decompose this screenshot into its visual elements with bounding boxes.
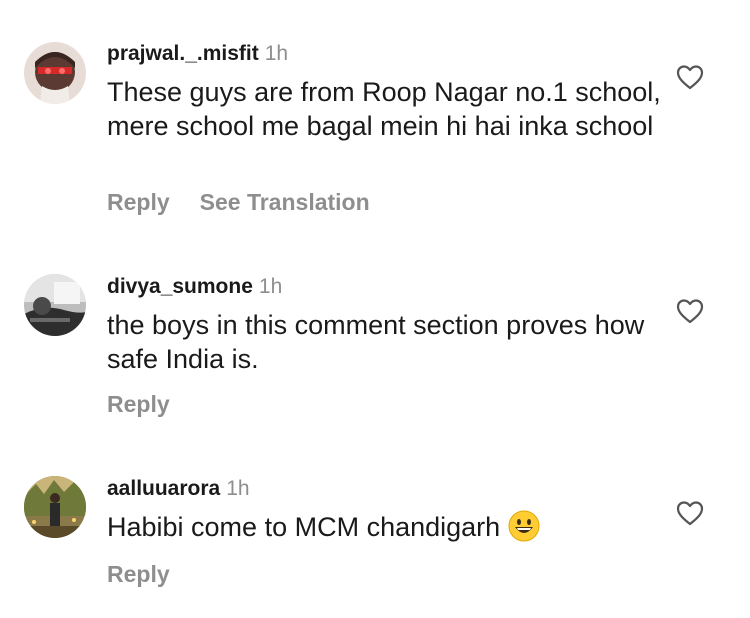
reply-button[interactable]: Reply: [107, 189, 170, 215]
avatar[interactable]: [24, 42, 86, 104]
grinning-face-emoji: [508, 510, 540, 550]
reply-button[interactable]: Reply: [107, 391, 170, 417]
comment-actions: Reply: [107, 561, 170, 588]
like-button[interactable]: [676, 64, 704, 90]
comment-actions: Reply See Translation: [107, 189, 370, 216]
comment-meta: aalluuarora 1h: [107, 477, 250, 501]
comment-meta: divya_sumone 1h: [107, 275, 282, 299]
heart-outline-icon: [676, 299, 704, 324]
comment-actions: Reply: [107, 391, 170, 418]
heart-outline-icon: [676, 65, 704, 90]
timestamp: 1h: [226, 477, 250, 500]
timestamp: 1h: [258, 275, 283, 298]
like-button[interactable]: [676, 298, 704, 324]
see-translation-button[interactable]: See Translation: [200, 189, 370, 215]
like-button[interactable]: [676, 500, 704, 526]
comment-meta: prajwal._.misfit 1h: [107, 42, 288, 66]
username[interactable]: divya_sumone: [107, 275, 253, 298]
timestamp: 1h: [264, 42, 289, 65]
comment-text: the boys in this comment section proves …: [107, 310, 645, 374]
comment-text: Habibi come to MCM chandigarh: [107, 510, 667, 550]
comment-text: These guys are from Roop Nagar no.1 scho…: [107, 77, 661, 141]
avatar[interactable]: [24, 476, 86, 538]
username[interactable]: prajwal._.misfit: [107, 42, 259, 65]
heart-outline-icon: [676, 501, 704, 526]
reply-button[interactable]: Reply: [107, 561, 170, 587]
avatar[interactable]: [24, 274, 86, 336]
comment-text-content: Habibi come to MCM chandigarh: [107, 512, 501, 542]
username[interactable]: aalluuarora: [107, 477, 220, 500]
